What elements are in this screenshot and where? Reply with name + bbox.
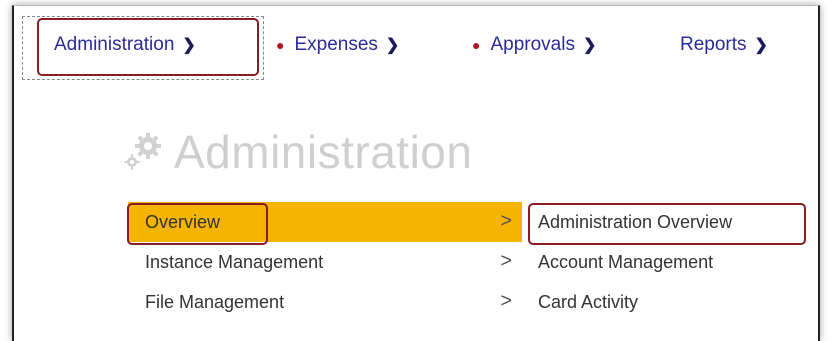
menu-item-instance-management[interactable]: Instance Management > (128, 242, 522, 282)
nav-item-label: Expenses (294, 34, 378, 55)
menu-item-file-management[interactable]: File Management > (128, 282, 522, 322)
annotation-box-administration (37, 18, 259, 76)
chevron-down-icon: ❯ (582, 37, 597, 54)
menu-item-label: File Management (145, 291, 285, 312)
chevron-right-icon: > (500, 250, 512, 272)
annotation-box-overview (127, 203, 268, 245)
page-title: Administration (174, 126, 473, 178)
notification-dot-icon: ● (472, 37, 481, 53)
nav-item-label: Approvals (490, 34, 575, 55)
nav-item-reports[interactable]: Reports ❯ (680, 34, 768, 56)
nav-item-expenses[interactable]: ● Expenses ❯ (276, 34, 399, 56)
page-header: Administration (120, 125, 472, 179)
chevron-right-icon: > (500, 290, 512, 312)
nav-item-approvals[interactable]: ● Approvals ❯ (472, 34, 596, 56)
submenu-item-card-activity[interactable]: Card Activity (528, 282, 812, 322)
chevron-down-icon: ❯ (385, 37, 400, 54)
submenu-item-label: Card Activity (538, 291, 639, 312)
chevron-down-icon: ❯ (754, 37, 768, 54)
submenu-item-label: Account Management (538, 251, 714, 272)
nav-item-label: Reports (680, 34, 747, 55)
notification-dot-icon: ● (276, 37, 285, 53)
submenu-item-account-management[interactable]: Account Management (528, 242, 812, 282)
chevron-right-icon: > (500, 210, 512, 232)
gears-icon (124, 133, 161, 170)
menu-item-label: Instance Management (145, 251, 324, 272)
annotation-box-administration-overview (528, 203, 806, 245)
